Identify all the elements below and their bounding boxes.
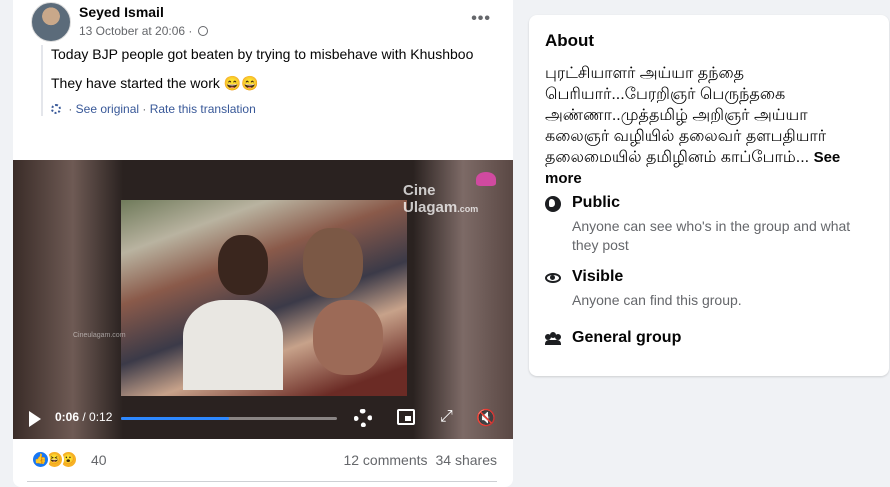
- separator: ·: [139, 102, 150, 116]
- rate-translation-link[interactable]: Rate this translation: [150, 102, 256, 116]
- settings-gear-icon[interactable]: [354, 409, 372, 427]
- video-time: 0:06 / 0:12: [55, 410, 112, 424]
- globe-icon: [545, 196, 561, 212]
- info-title: General group: [572, 329, 682, 346]
- progress-fill: [121, 417, 229, 420]
- total-time: / 0:12: [79, 410, 113, 424]
- reaction-count[interactable]: 40: [91, 452, 107, 468]
- video-watermark: Cine Ulagam.com: [403, 182, 513, 216]
- separator: ·: [65, 102, 76, 116]
- video-watermark-small: Cineulagam.com: [73, 332, 126, 339]
- post-card: Seyed Ismail 13 October at 20:06 · ••• T…: [13, 0, 513, 487]
- info-description: Anyone can see who's in the group and wh…: [572, 218, 851, 253]
- description-text: புரட்சியாளர் அய்யா தந்தை பெரியார்...பேரற…: [545, 65, 827, 166]
- current-time: 0:06: [55, 410, 80, 424]
- picture-in-picture-icon[interactable]: [397, 409, 415, 425]
- post-stats: 12 comments 34 shares: [343, 452, 497, 468]
- timestamp-text[interactable]: 13 October at 20:06 ·: [79, 24, 192, 38]
- post-timestamp: 13 October at 20:06 ·: [79, 24, 208, 38]
- divider: [27, 481, 497, 482]
- progress-track[interactable]: [121, 417, 337, 420]
- post-text: Today BJP people got beaten by trying to…: [41, 45, 501, 116]
- more-dots-icon[interactable]: •••: [471, 10, 491, 28]
- like-reaction-icon: 👍: [31, 450, 50, 469]
- fullscreen-icon[interactable]: ⤢: [440, 408, 453, 426]
- see-original-link[interactable]: See original: [76, 102, 139, 116]
- mute-icon[interactable]: 🔇: [476, 408, 496, 428]
- globe-icon: [197, 26, 208, 36]
- video-figure: [313, 300, 383, 375]
- watermark-text: Cine Ulagam: [403, 182, 458, 216]
- video-figure: [303, 228, 363, 298]
- play-icon[interactable]: [29, 411, 41, 427]
- video-figure: [183, 300, 283, 390]
- group-description: புரட்சியாளர் அய்யா தந்தை பெரியார்...பேரற…: [545, 63, 861, 189]
- shares-count[interactable]: 34 shares: [436, 452, 497, 468]
- video-figure: [218, 235, 268, 295]
- info-title: Visible: [572, 268, 624, 285]
- watermark-sub: .com: [457, 204, 479, 214]
- video-controls: 0:06 / 0:12 ⤢ 🔇: [13, 400, 513, 439]
- watermark-logo-icon: [476, 172, 496, 186]
- post-text-line: They have started the work 😄😄: [51, 75, 259, 91]
- about-heading: About: [545, 31, 595, 50]
- translation-bar: · See original · Rate this translation: [51, 102, 501, 116]
- post-text-line: Today BJP people got beaten by trying to…: [51, 46, 474, 62]
- info-description: Anyone can find this group.: [572, 292, 742, 308]
- gear-icon: [51, 104, 61, 114]
- author-name[interactable]: Seyed Ismail: [79, 4, 164, 20]
- about-panel: About புரட்சியாளர் அய்யா தந்தை பெரியார்.…: [529, 15, 889, 376]
- people-icon: [545, 331, 561, 347]
- video-player[interactable]: Cine Ulagam.com Cineulagam.com 0:06 / 0:…: [13, 160, 513, 439]
- eye-icon: [545, 273, 561, 283]
- post-header: Seyed Ismail 13 October at 20:06 · •••: [29, 2, 499, 42]
- comments-count[interactable]: 12 comments: [343, 452, 427, 468]
- author-avatar[interactable]: [31, 2, 71, 42]
- info-title: Public: [572, 194, 621, 211]
